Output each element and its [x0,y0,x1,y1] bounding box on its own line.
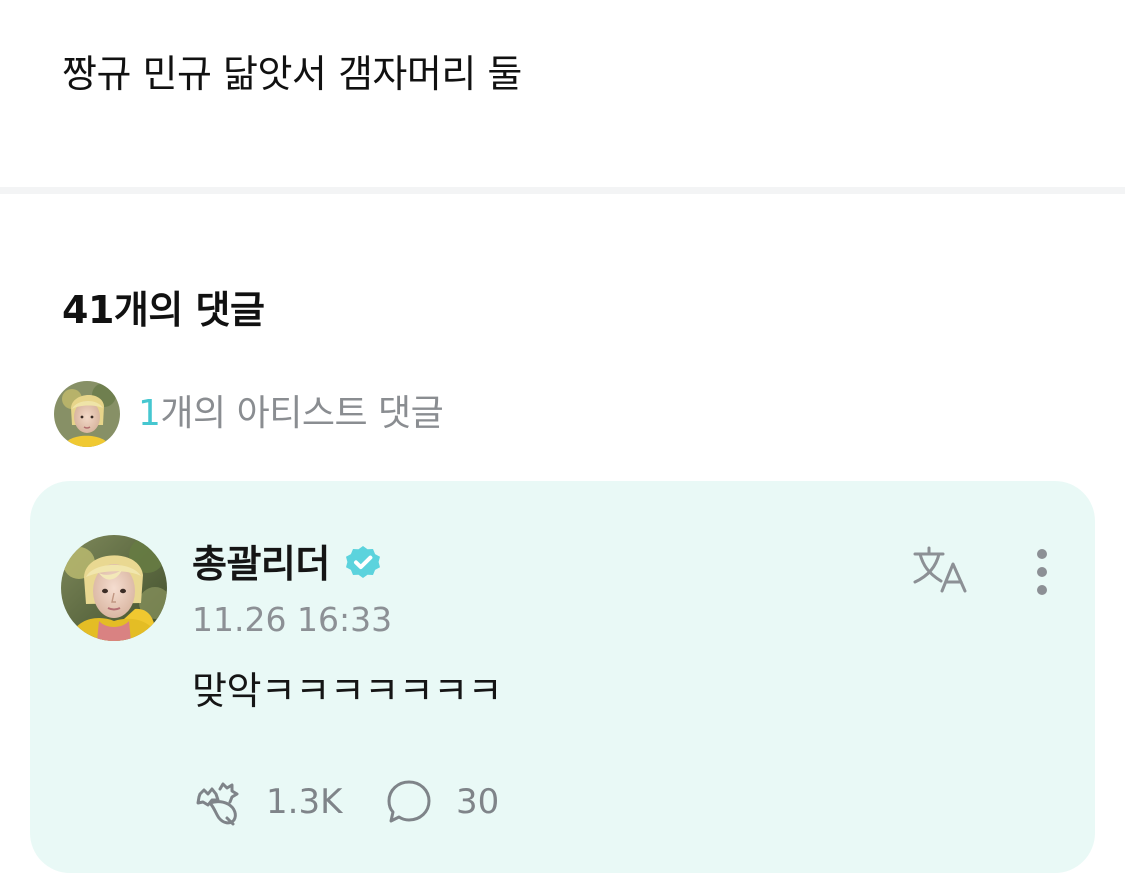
speech-bubble-icon [387,780,431,823]
artist-comment-label: 개의 아티스트 댓글 [160,393,444,434]
artist-comments-summary-text: 1개의 아티스트 댓글 [138,392,444,436]
artist-comments-summary[interactable]: 1개의 아티스트 댓글 [54,381,444,447]
more-options-button[interactable] [1020,543,1064,601]
artist-comment-card: 총괄리더 11.26 16:33 맞악ㅋㅋㅋㅋㅋㅋㅋ 1.3K 30 [30,481,1095,873]
more-vertical-icon-dot-middle [1037,567,1047,577]
artist-avatar[interactable] [61,535,167,641]
translate-icon [913,546,967,593]
like-reaction-button[interactable]: 1.3K [192,775,342,829]
sparkle-like-icon [196,782,239,826]
comment-author-name[interactable]: 총괄리더 [192,541,330,587]
reply-reaction-button[interactable]: 30 [384,775,499,829]
comment-text: 맞악ㅋㅋㅋㅋㅋㅋㅋ [192,669,503,713]
more-vertical-icon-dot-top [1037,549,1047,559]
reply-count: 30 [456,782,500,822]
artist-comment-count: 1 [138,393,161,434]
post-text: 짱규 민규 닮앗서 갬자머리 둘 [62,52,522,96]
more-vertical-icon-dot-bottom [1037,585,1047,595]
verified-badge-icon [346,546,380,578]
artist-avatar-small [54,381,120,447]
comments-heading: 41개의 댓글 [62,288,265,332]
translate-button[interactable] [908,543,974,599]
section-divider [0,187,1125,194]
comment-timestamp: 11.26 16:33 [192,600,393,639]
like-count: 1.3K [266,782,343,822]
